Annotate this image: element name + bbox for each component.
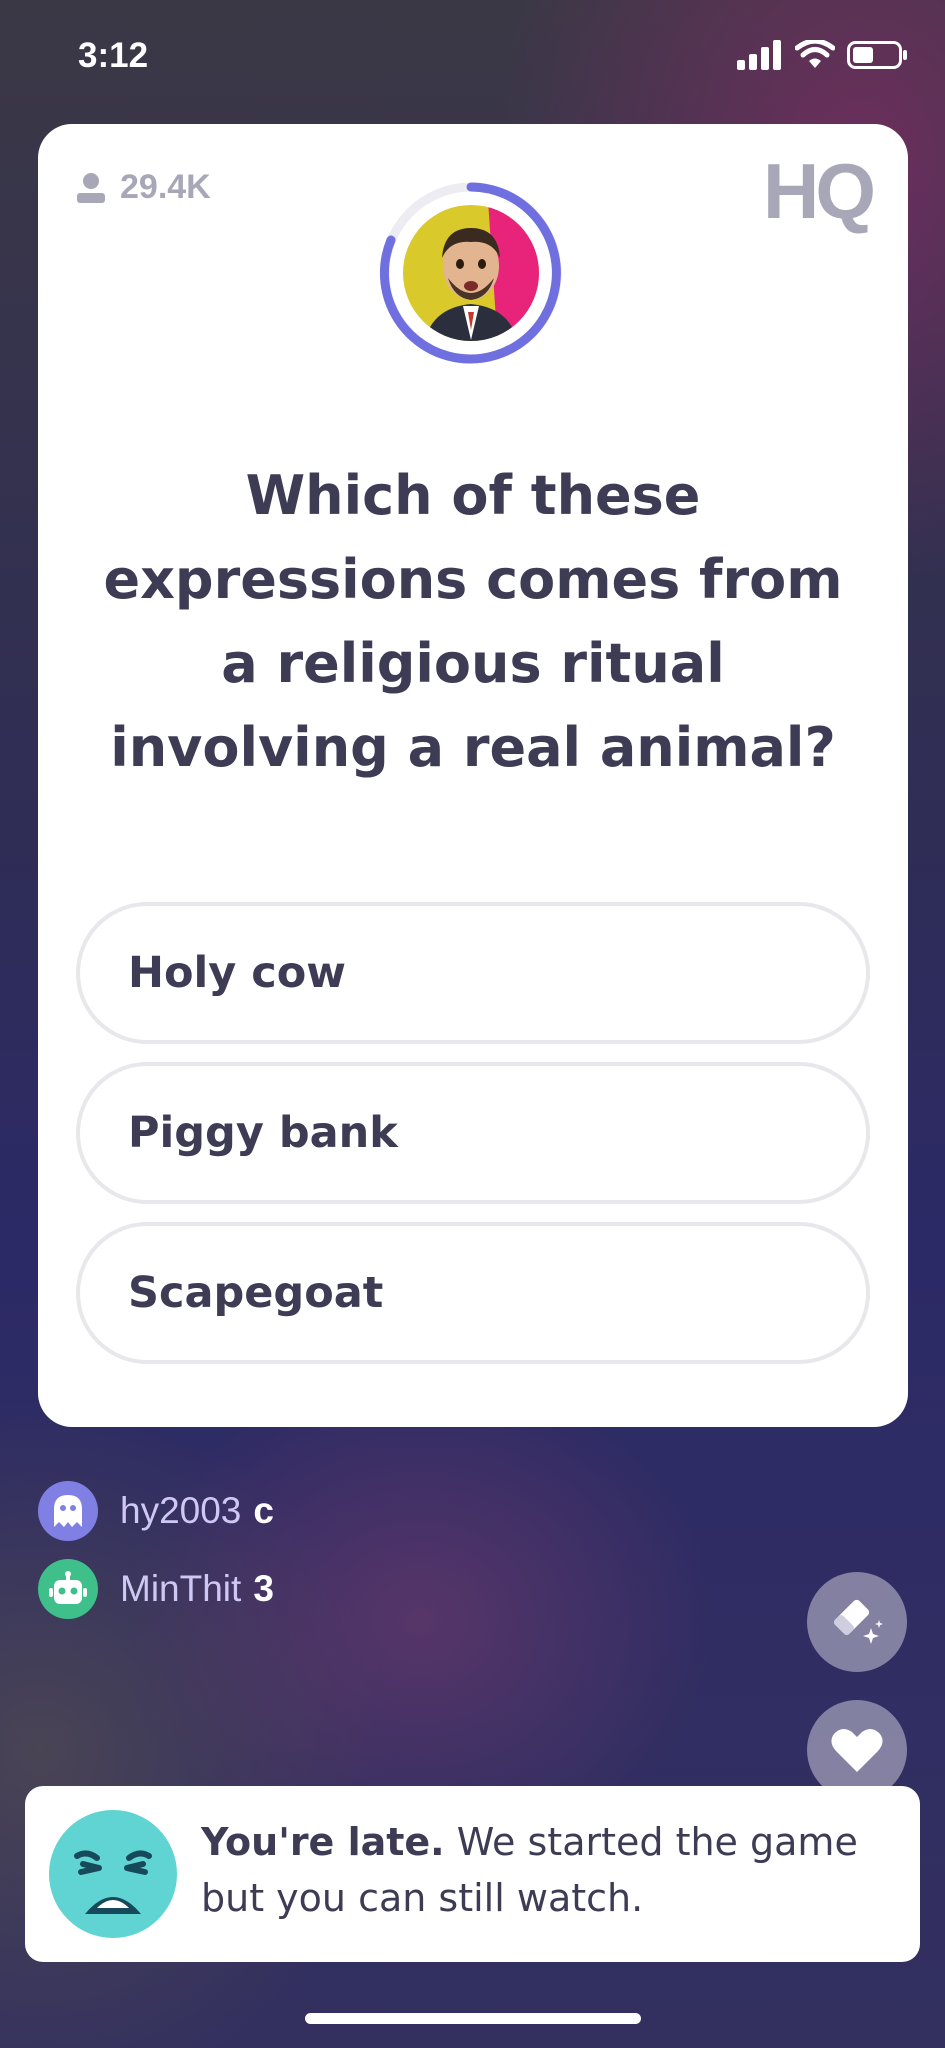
status-time: 3:12 — [78, 36, 149, 75]
chat-text: 3 — [253, 1568, 274, 1609]
eraser-sparkle-icon — [833, 1599, 883, 1644]
person-icon — [77, 172, 105, 203]
home-indicator[interactable] — [305, 2013, 641, 2024]
viewer-count: 29.4K — [76, 168, 211, 207]
chat-message: MinThit 3 — [38, 1558, 274, 1620]
host-avatar — [379, 182, 562, 364]
late-banner-title: You're late. — [201, 1820, 445, 1864]
chat-username: MinThit — [120, 1568, 242, 1609]
battery-icon — [847, 41, 907, 69]
hq-logo: HQ — [763, 147, 876, 235]
answer-option-3[interactable]: Scapegoat — [76, 1222, 870, 1364]
late-banner-message: You're late. We started the game but you… — [201, 1814, 891, 1926]
chat-username: hy2003 — [120, 1490, 242, 1531]
chat-feed: hy2003 c MinThit 3 — [38, 1480, 274, 1636]
eraser-button[interactable] — [807, 1572, 907, 1672]
host-timer — [378, 180, 564, 366]
signal-icon — [737, 40, 781, 70]
question-text: Which of these expressions comes from a … — [103, 464, 843, 779]
status-bar: 3:12 — [0, 0, 945, 120]
heart-icon — [831, 1728, 883, 1772]
answer-option-2[interactable]: Piggy bank — [76, 1062, 870, 1204]
late-banner: You're late. We started the game but you… — [25, 1786, 920, 1962]
answer-list: Holy cow Piggy bank Scapegoat — [76, 902, 870, 1382]
robot-icon — [38, 1559, 98, 1619]
chat-text: c — [253, 1490, 274, 1531]
wifi-icon — [795, 40, 835, 68]
heart-button[interactable] — [807, 1700, 907, 1800]
status-icons — [737, 40, 909, 70]
weary-face-icon — [49, 1810, 177, 1938]
viewer-count-label: 29.4K — [120, 168, 211, 206]
chat-message: hy2003 c — [38, 1480, 274, 1542]
question-card: 29.4K HQ Which of these expressions come… — [38, 124, 908, 1427]
ghost-icon — [38, 1481, 98, 1541]
app-screen: 3:12 29.4K HQ Which of these expressions… — [0, 0, 945, 2048]
answer-option-1[interactable]: Holy cow — [76, 902, 870, 1044]
